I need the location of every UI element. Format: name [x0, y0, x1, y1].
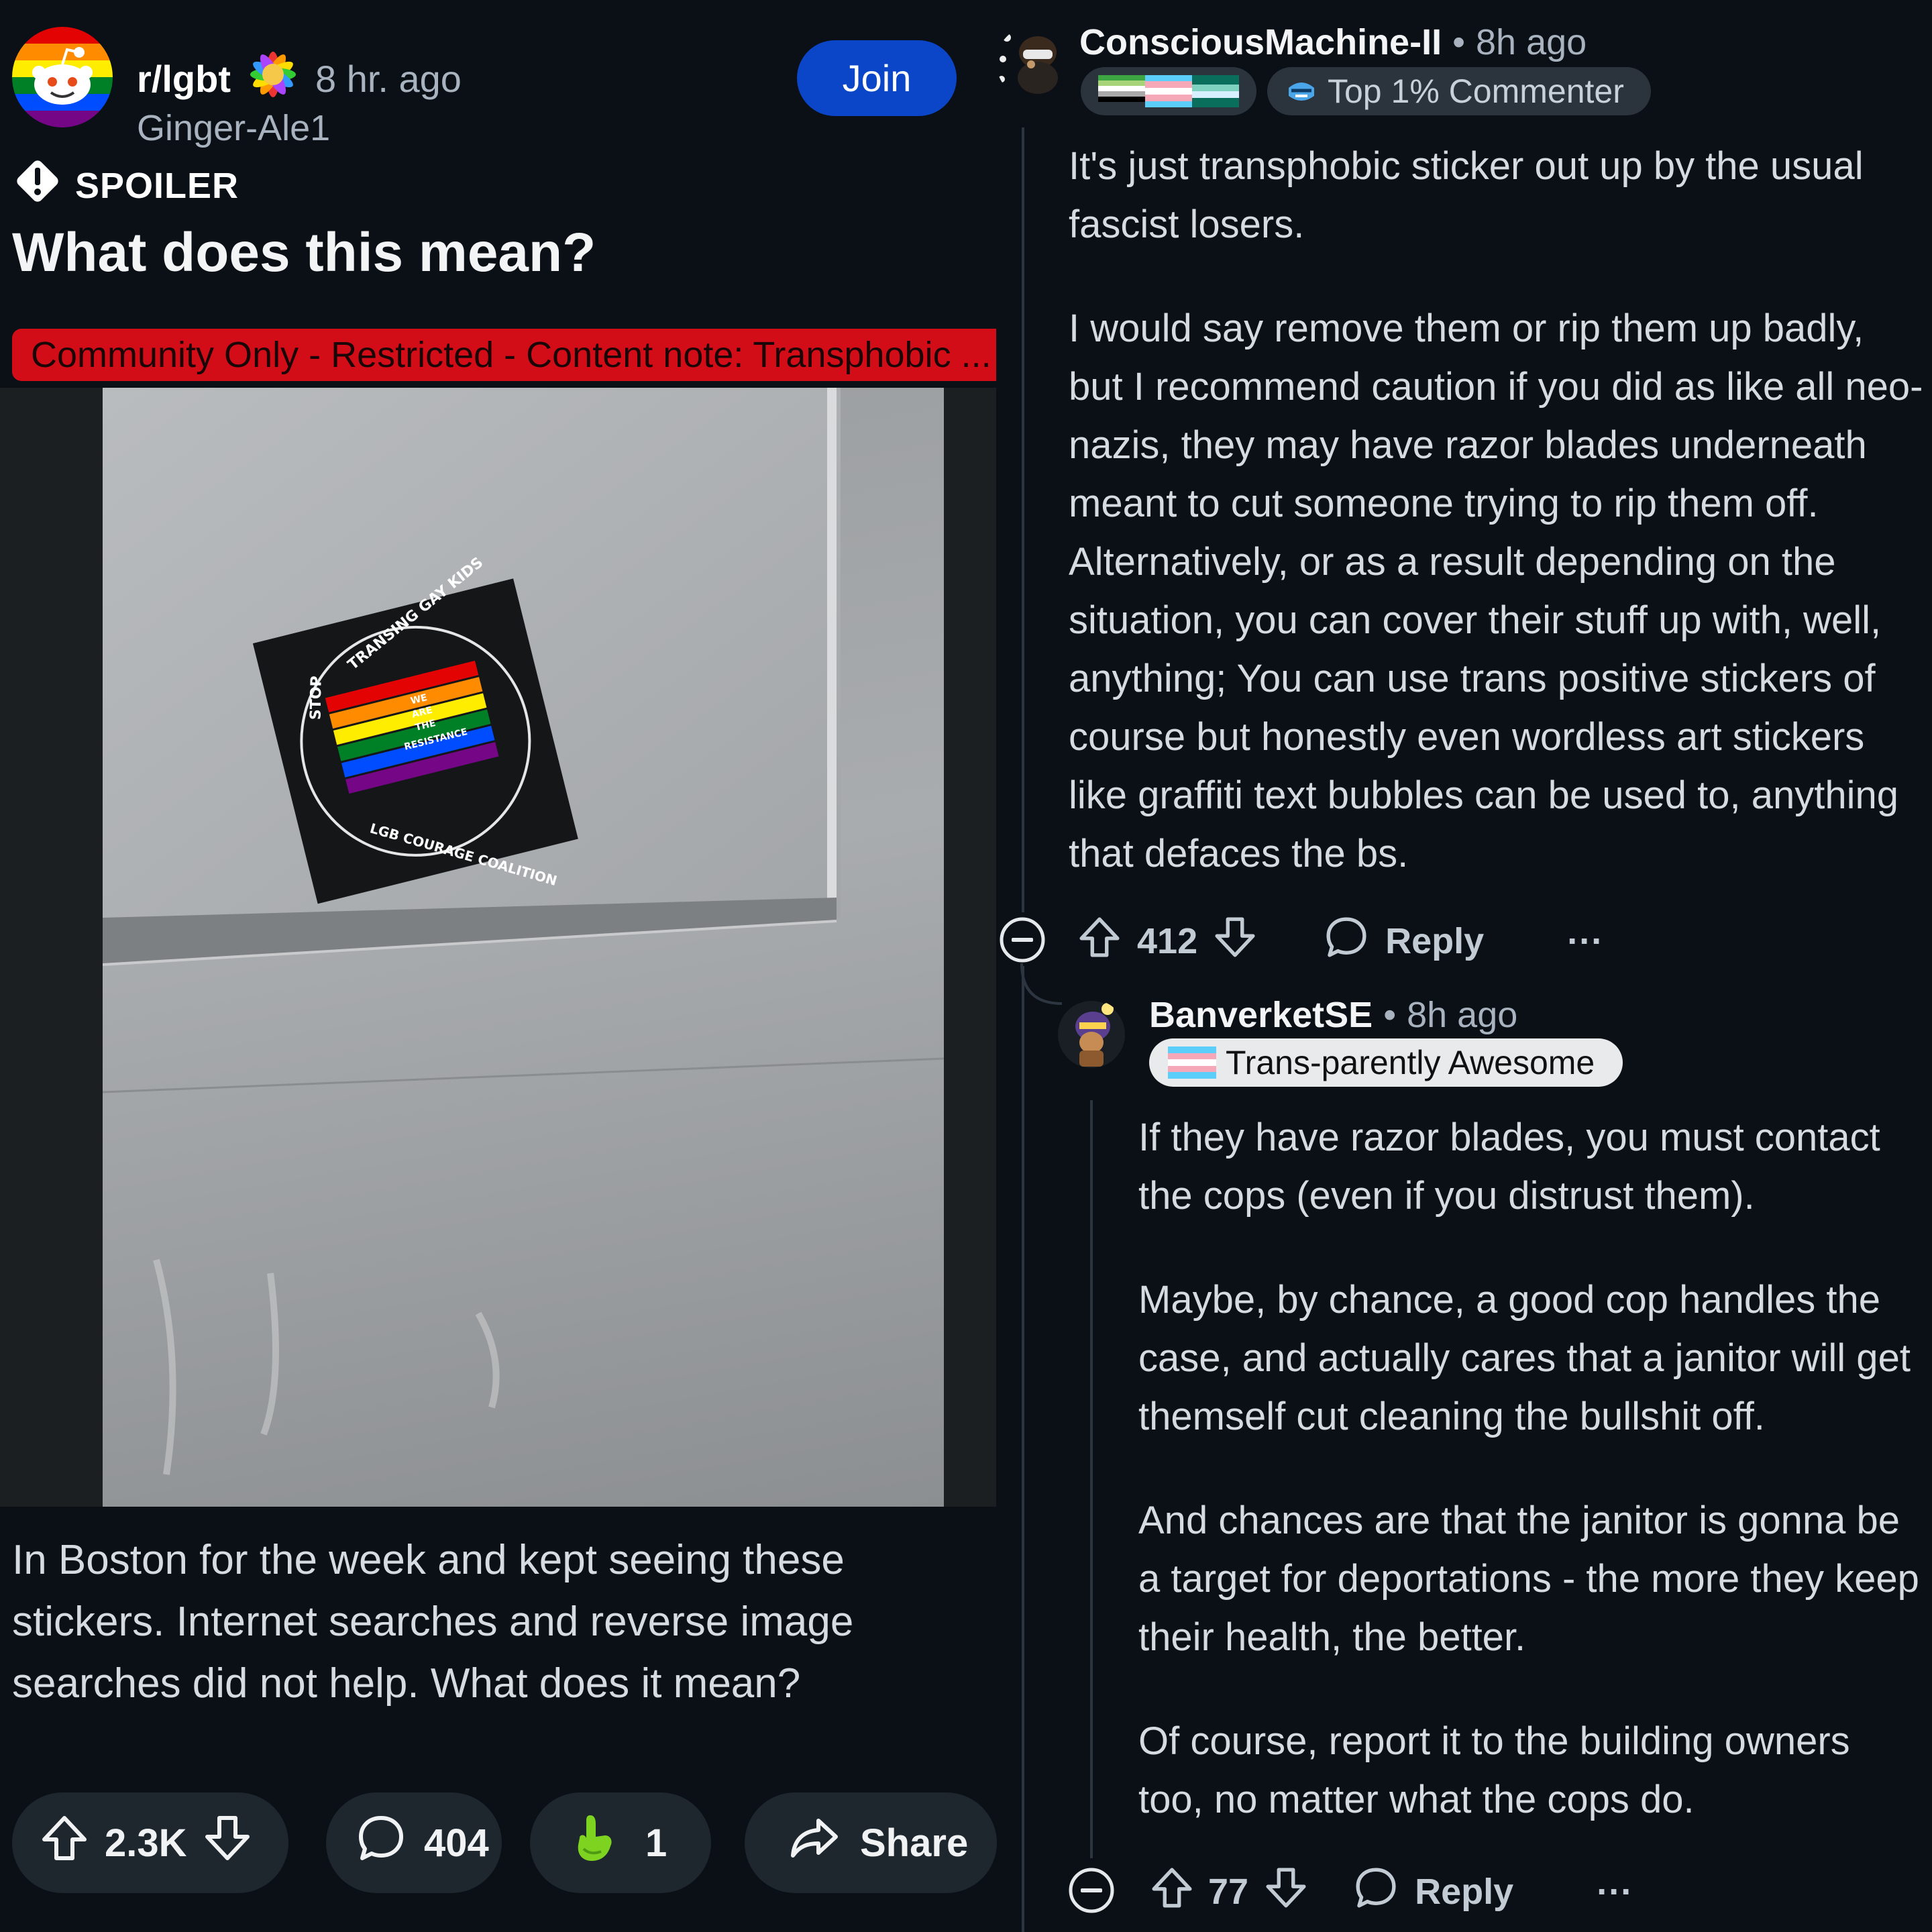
comment-separator: • [1452, 22, 1465, 62]
comment-score: 412 [1137, 921, 1198, 961]
thread-line[interactable] [1090, 1100, 1093, 1858]
arrow-up-icon[interactable] [39, 1813, 90, 1873]
ellipsis-icon[interactable]: ··· [1567, 920, 1603, 962]
comment-paragraph: I would say remove them or rip them up b… [1069, 307, 1923, 875]
spoiler-tag: SPOILER [12, 156, 239, 215]
arrow-down-icon[interactable] [1263, 1865, 1309, 1919]
thread-line[interactable] [1022, 966, 1024, 1932]
top-commenter-icon [1289, 83, 1314, 101]
reply-button[interactable]: Reply [1324, 914, 1484, 969]
user-flair: Trans-parently Awesome [1149, 1038, 1623, 1087]
comment-paragraph: Of course, report it to the building own… [1138, 1719, 1850, 1821]
flair-label: Trans-parently Awesome [1226, 1044, 1595, 1081]
comment-username[interactable]: BanverketSE [1149, 994, 1373, 1036]
post-flair: Community Only - Restricted - Content no… [12, 329, 996, 381]
reply-label: Reply [1385, 921, 1485, 961]
speech-bubble-icon [356, 1813, 407, 1873]
comment-avatar[interactable] [1057, 1000, 1126, 1069]
post-actions: 2.3K 404 1 Share [12, 1792, 998, 1893]
arrow-down-icon[interactable] [202, 1813, 253, 1873]
badge-label: Top 1% Commenter [1328, 72, 1624, 110]
user-flair-flag [1081, 67, 1256, 115]
subreddit-avatar[interactable] [12, 27, 113, 127]
comment-paragraph: And chances are that the janitor is gonn… [1138, 1499, 1919, 1659]
comment-paragraph: If they have razor blades, you must cont… [1138, 1116, 1880, 1218]
comment-header: ConsciousMachine-II • 8h ago [1079, 21, 1587, 63]
comment-time: 8h ago [1476, 22, 1587, 62]
arrow-down-icon[interactable] [1212, 914, 1258, 969]
post-panel: r/lgbt 8 hr. ago Ginger-Ale1 Join SPOILE… [0, 0, 998, 1932]
reply-button[interactable]: Reply [1353, 1865, 1513, 1919]
comment-score: 77 [1208, 1872, 1249, 1912]
comment-actions: 77 Reply ··· [1149, 1865, 1633, 1919]
share-label: Share [860, 1821, 969, 1865]
post-header: r/lgbt 8 hr. ago Ginger-Ale1 Join [12, 27, 991, 148]
share-button[interactable]: Share [745, 1792, 997, 1893]
flower-icon [244, 46, 302, 112]
post-author[interactable]: Ginger-Ale1 [137, 107, 330, 149]
minus-circle-icon[interactable] [1067, 1866, 1116, 1915]
post-image[interactable]: WE ARE THE RESISTANCE STOP TRANSING GAY … [0, 388, 996, 1507]
upvote-count: 2.3K [105, 1821, 187, 1865]
comment-body: If they have razor blades, you must cont… [1138, 1108, 1923, 1829]
comment-paragraph: It's just transphobic sticker out up by … [1069, 144, 1864, 246]
comment-count: 404 [424, 1821, 489, 1865]
top-commenter-badge: Top 1% Commenter [1267, 67, 1651, 115]
post-title[interactable]: What does this mean? [12, 221, 596, 284]
flag-icon [1098, 75, 1239, 107]
sticker-stop: STOP [308, 676, 325, 720]
post-time: 8 hr. ago [315, 57, 462, 100]
trans-flag-icon [1168, 1046, 1216, 1079]
comment-actions: 412 Reply ··· [1077, 914, 1603, 968]
comment-username[interactable]: ConsciousMachine-II [1079, 21, 1442, 63]
thread-line[interactable] [1022, 127, 1024, 912]
exclamation-diamond-icon [12, 156, 63, 215]
comment-body: It's just transphobic sticker out up by … [1069, 137, 1924, 883]
share-arrow-icon [789, 1813, 840, 1873]
award-count: 1 [645, 1821, 667, 1865]
reply-label: Reply [1415, 1872, 1514, 1912]
sticker-photo: WE ARE THE RESISTANCE STOP TRANSING GAY … [102, 388, 945, 1507]
arrow-up-icon[interactable] [1077, 914, 1122, 969]
speech-bubble-icon [1324, 914, 1369, 969]
comment-time: 8h ago [1407, 995, 1518, 1035]
comment-avatar[interactable] [996, 25, 1070, 99]
comment-separator: • [1383, 995, 1397, 1035]
comment-header: BanverketSE • 8h ago [1149, 994, 1517, 1036]
comment-paragraph: Maybe, by chance, a good cop handles the… [1138, 1278, 1911, 1438]
minus-circle-icon[interactable] [998, 916, 1046, 964]
vote-pill: 2.3K [12, 1792, 288, 1893]
spoiler-label: SPOILER [75, 165, 239, 206]
comments-button[interactable]: 404 [326, 1792, 502, 1893]
post-body: In Boston for the week and kept seeing t… [12, 1537, 854, 1707]
award-button[interactable]: 1 [530, 1792, 711, 1893]
subreddit-name[interactable]: r/lgbt [137, 57, 231, 101]
arrow-up-icon[interactable] [1149, 1865, 1195, 1919]
ellipsis-icon[interactable]: ··· [1597, 1871, 1633, 1913]
comments-panel: ConsciousMachine-II • 8h ago Top 1% Comm… [996, 0, 1932, 1932]
hand-award-icon [570, 1811, 619, 1874]
join-button[interactable]: Join [797, 40, 957, 116]
speech-bubble-icon [1353, 1865, 1399, 1919]
thread-connector [1020, 963, 1063, 1005]
